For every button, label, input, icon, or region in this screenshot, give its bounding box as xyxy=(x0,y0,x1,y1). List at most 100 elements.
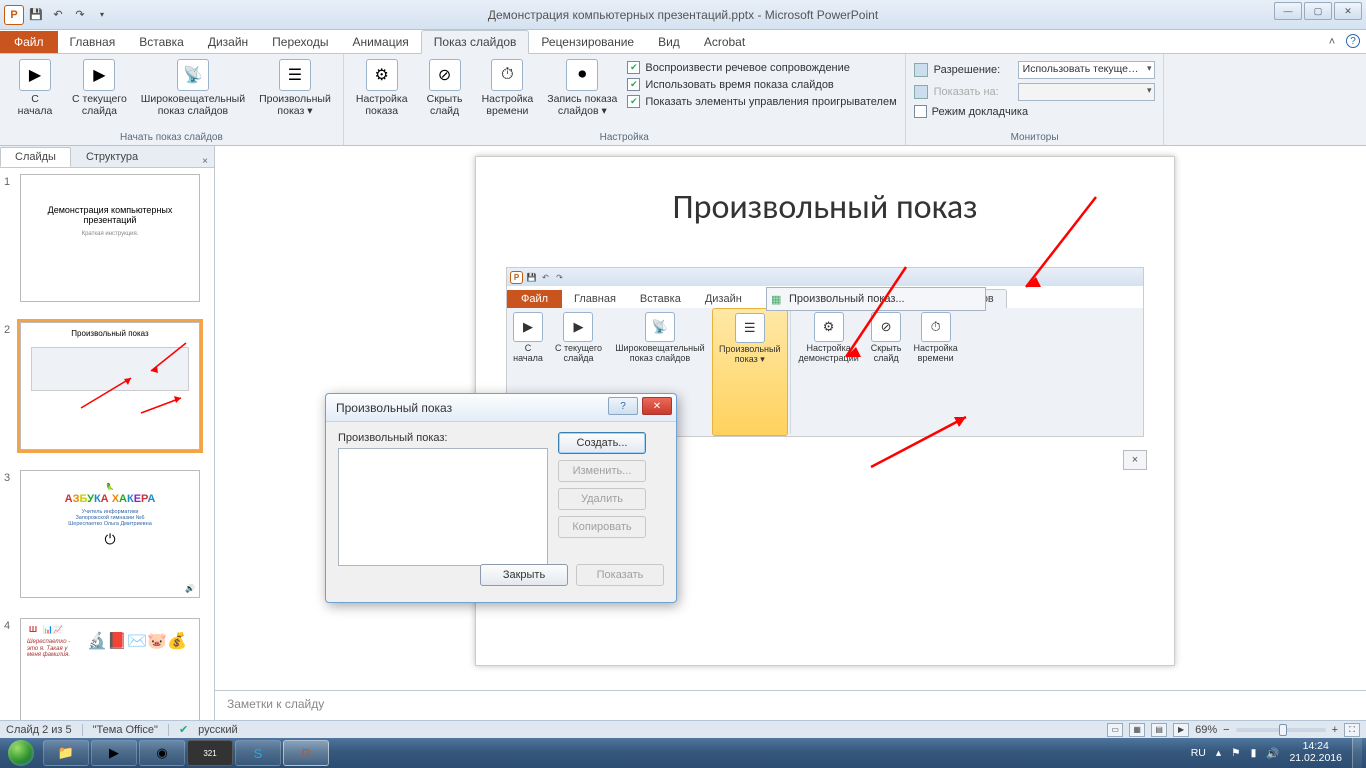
taskbar: 📁 ▶ ◉ 321 S P RU ▴ ⚑ ▮ 🔊 14:2421.02.2016 xyxy=(0,738,1366,768)
tray-flag-icon[interactable]: ⚑ xyxy=(1231,747,1240,759)
dialog-copy-button: Копировать xyxy=(558,516,646,538)
powerpoint-logo-icon: P xyxy=(4,5,24,25)
thumb-4[interactable]: Ш 📊📈 Шереспаетко - это я. Такая у меня ф… xyxy=(20,618,200,720)
monitor-icon xyxy=(914,63,928,77)
help-icon[interactable]: ? xyxy=(1346,34,1360,48)
group-label-monitors: Мониторы xyxy=(914,131,1156,143)
tray-network-icon[interactable]: ▮ xyxy=(1251,747,1257,759)
view-reading-icon[interactable]: ▤ xyxy=(1151,723,1167,737)
undo-icon[interactable]: ↶ xyxy=(48,5,68,25)
tab-insert[interactable]: Вставка xyxy=(127,31,196,53)
view-slideshow-icon[interactable]: ▶ xyxy=(1173,723,1189,737)
taskbar-powerpoint[interactable]: P xyxy=(283,740,329,766)
custom-show-button[interactable]: ☰Произвольный показ ▾ xyxy=(255,57,335,119)
tab-file[interactable]: Файл xyxy=(0,31,58,53)
tray-clock[interactable]: 14:2421.02.2016 xyxy=(1289,741,1342,764)
minimize-ribbon-icon[interactable]: ˄ xyxy=(1324,34,1340,50)
tab-home[interactable]: Главная xyxy=(58,31,128,53)
broadcast-button[interactable]: 📡Широковещательный показ слайдов xyxy=(137,57,249,119)
maximize-button[interactable]: ▢ xyxy=(1304,2,1332,20)
title-bar: P 💾 ↶ ↷ ▾ Демонстрация компьютерных през… xyxy=(0,0,1366,30)
dialog-close-button[interactable]: ✕ xyxy=(642,397,672,415)
window-title: Демонстрация компьютерных презентаций.pp… xyxy=(488,8,878,22)
dialog-list-label: Произвольный показ: xyxy=(338,432,548,444)
status-bar: Слайд 2 из 5 "Тема Office" ✔ русский ▭ ▦… xyxy=(0,720,1366,738)
panel-tab-slides[interactable]: Слайды xyxy=(0,147,71,167)
qat-more-icon[interactable]: ▾ xyxy=(92,5,112,25)
ribbon: ▶С начала ▶С текущего слайда 📡Широковеща… xyxy=(0,54,1366,146)
taskbar-skype[interactable]: S xyxy=(235,740,281,766)
show-desktop-button[interactable] xyxy=(1352,738,1362,768)
rehearse-button[interactable]: ⏱Настройка времени xyxy=(478,57,538,119)
thumb-3[interactable]: 🦜 АЗБУКА ХАКЕРА Учитель информатики Запо… xyxy=(20,470,200,598)
notes-pane[interactable]: Заметки к слайду xyxy=(215,690,1366,720)
close-button[interactable]: ✕ xyxy=(1334,2,1362,20)
dialog-help-button[interactable]: ? xyxy=(608,397,638,415)
chk-timings[interactable]: ✔Использовать время показа слайдов xyxy=(627,78,896,91)
dialog-edit-button: Изменить... xyxy=(558,460,646,482)
tray-show-hidden-icon[interactable]: ▴ xyxy=(1216,747,1221,759)
status-language[interactable]: русский xyxy=(198,724,237,736)
tray-volume-icon[interactable]: 🔊 xyxy=(1266,747,1279,760)
chk-narration[interactable]: ✔Воспроизвести речевое сопровождение xyxy=(627,61,896,74)
slide-panel: Слайды Структура × 1 Демонстрация компью… xyxy=(0,146,215,720)
taskbar-wmp[interactable]: ▶ xyxy=(91,740,137,766)
show-on-dropdown xyxy=(1018,83,1156,101)
panel-close-icon[interactable]: × xyxy=(196,156,214,167)
setup-show-button[interactable]: ⚙Настройка показа xyxy=(352,57,412,119)
status-slide: Слайд 2 из 5 xyxy=(6,724,72,736)
start-button[interactable] xyxy=(0,738,42,768)
dialog-show-button: Показать xyxy=(576,564,664,586)
from-beginning-button[interactable]: ▶С начала xyxy=(8,57,62,119)
tab-acrobat[interactable]: Acrobat xyxy=(692,31,757,53)
resolution-dropdown[interactable]: Использовать текуще… xyxy=(1018,61,1156,79)
windows-orb-icon xyxy=(8,740,34,766)
fit-button[interactable]: ⛶ xyxy=(1344,723,1360,737)
ribbon-group-start: ▶С начала ▶С текущего слайда 📡Широковеща… xyxy=(0,54,344,145)
view-sorter-icon[interactable]: ▦ xyxy=(1129,723,1145,737)
tab-transitions[interactable]: Переходы xyxy=(260,31,340,53)
workspace: Слайды Структура × 1 Демонстрация компью… xyxy=(0,146,1366,720)
chk-controls[interactable]: ✔Показать элементы управления проигрыват… xyxy=(627,95,896,108)
quick-access-toolbar: P 💾 ↶ ↷ ▾ xyxy=(0,5,112,25)
thumb-2[interactable]: Произвольный показ xyxy=(20,322,200,450)
zoom-slider[interactable] xyxy=(1236,728,1326,732)
dialog-listbox[interactable] xyxy=(338,448,548,566)
group-label-setup: Настройка xyxy=(352,131,897,143)
group-label-start: Начать показ слайдов xyxy=(8,131,335,143)
redo-icon[interactable]: ↷ xyxy=(70,5,90,25)
status-theme: "Тема Office" xyxy=(93,724,158,736)
thumb-1[interactable]: Демонстрация компьютерных презентацийКра… xyxy=(20,174,200,302)
dialog-title: Произвольный показ ? ✕ xyxy=(326,394,676,422)
chk-presenter[interactable]: Режим докладчика xyxy=(914,105,1156,118)
view-normal-icon[interactable]: ▭ xyxy=(1107,723,1123,737)
save-icon[interactable]: 💾 xyxy=(26,5,46,25)
ribbon-group-monitors: Разрешение:Использовать текуще… Показать… xyxy=(906,54,1165,145)
monitor-icon xyxy=(914,85,928,99)
thumbnail-list[interactable]: 1 Демонстрация компьютерных презентацийК… xyxy=(0,168,214,720)
dialog-create-button[interactable]: Создать... xyxy=(558,432,646,454)
tab-slideshow[interactable]: Показ слайдов xyxy=(421,30,530,54)
tab-animation[interactable]: Анимация xyxy=(340,31,420,53)
spellcheck-icon[interactable]: ✔ xyxy=(179,723,188,736)
tab-review[interactable]: Рецензирование xyxy=(529,31,646,53)
custom-show-dialog: Произвольный показ ? ✕ Произвольный пока… xyxy=(325,393,677,603)
audio-icon: 🔊 xyxy=(185,584,195,593)
tab-view[interactable]: Вид xyxy=(646,31,692,53)
ribbon-tabs: Файл Главная Вставка Дизайн Переходы Ани… xyxy=(0,30,1366,54)
taskbar-mpc[interactable]: 321 xyxy=(187,740,233,766)
minimize-button[interactable]: — xyxy=(1274,2,1302,20)
ribbon-group-setup: ⚙Настройка показа ⊘Скрыть слайд ⏱Настрой… xyxy=(344,54,906,145)
taskbar-chrome[interactable]: ◉ xyxy=(139,740,185,766)
tab-design[interactable]: Дизайн xyxy=(196,31,260,53)
record-button[interactable]: ⏺Запись показа слайдов ▾ xyxy=(543,57,621,119)
zoom-out-button[interactable]: − xyxy=(1223,724,1229,736)
from-current-button[interactable]: ▶С текущего слайда xyxy=(68,57,131,119)
panel-tab-outline[interactable]: Структура xyxy=(71,147,153,167)
hide-slide-button[interactable]: ⊘Скрыть слайд xyxy=(418,57,472,119)
dialog-close-btn[interactable]: Закрыть xyxy=(480,564,568,586)
taskbar-explorer[interactable]: 📁 xyxy=(43,740,89,766)
zoom-in-button[interactable]: + xyxy=(1332,724,1338,736)
tray-lang[interactable]: RU xyxy=(1191,747,1206,759)
zoom-value: 69% xyxy=(1195,724,1217,736)
